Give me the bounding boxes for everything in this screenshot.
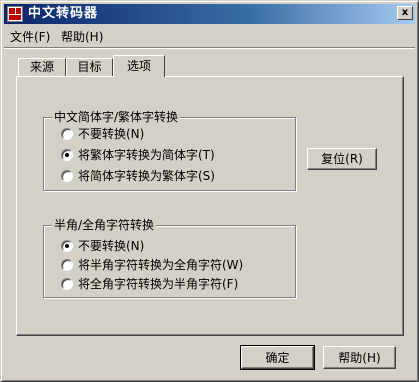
chinese-option-trad-to-simp-label: 将繁体字转换为简体字(T)	[78, 148, 215, 162]
width-conversion-group-label: 半角/全角字符转换	[52, 218, 157, 232]
window-title: 中文转码器	[28, 6, 99, 21]
help-button[interactable]: 帮助(H)	[323, 346, 396, 369]
chinese-option-simp-to-trad-label: 将简体字转换为繁体字(S)	[78, 169, 215, 183]
chinese-conversion-group: 中文简体字/繁体字转换 不要转换(N) 将繁体字转换为简体字(T) 将简体字转换…	[43, 110, 296, 191]
radio-button-checked[interactable]	[61, 149, 73, 161]
menu-file[interactable]: 文件(F)	[10, 30, 50, 44]
app-window: 中文转码器 x 文件(F) 帮助(H) 来源 目标 选项 中文简体字/繁体字转换…	[0, 0, 419, 382]
tab-target[interactable]: 目标	[66, 58, 113, 76]
radio-button[interactable]	[61, 170, 73, 182]
menu-help[interactable]: 帮助(H)	[61, 30, 103, 44]
ok-button[interactable]: 确定	[240, 345, 315, 370]
chinese-conversion-group-label: 中文简体字/繁体字转换	[52, 110, 181, 124]
chinese-option-none[interactable]: 不要转换(N)	[61, 127, 281, 141]
ok-button-label: 确定	[265, 350, 290, 365]
radio-button-checked[interactable]	[61, 240, 73, 252]
width-option-half-to-full[interactable]: 将半角字符转换为全角字符(W)	[61, 258, 286, 272]
app-icon	[7, 6, 23, 22]
options-panel: 中文简体字/繁体字转换 不要转换(N) 将繁体字转换为简体字(T) 将简体字转换…	[16, 76, 404, 336]
close-icon[interactable]: x	[397, 6, 413, 20]
chinese-option-none-label: 不要转换(N)	[78, 127, 145, 141]
reset-button[interactable]: 复位(R)	[307, 148, 377, 170]
width-option-none-label: 不要转换(N)	[78, 239, 145, 253]
width-option-full-to-half-label: 将全角字符转换为半角字符(F)	[78, 277, 239, 291]
radio-button[interactable]	[61, 259, 73, 271]
tab-options[interactable]: 选项	[113, 55, 165, 77]
help-button-label: 帮助(H)	[338, 350, 381, 365]
chinese-option-simp-to-trad[interactable]: 将简体字转换为繁体字(S)	[61, 169, 281, 183]
width-option-full-to-half[interactable]: 将全角字符转换为半角字符(F)	[61, 277, 286, 291]
width-option-none[interactable]: 不要转换(N)	[61, 239, 286, 253]
menu-divider	[4, 47, 415, 49]
title-bar[interactable]: 中文转码器 x	[4, 4, 415, 24]
radio-button[interactable]	[61, 278, 73, 290]
tab-source[interactable]: 来源	[18, 58, 66, 76]
reset-button-label: 复位(R)	[321, 152, 363, 166]
width-conversion-group: 半角/全角字符转换 不要转换(N) 将半角字符转换为全角字符(W) 将全角字符转…	[43, 218, 296, 298]
width-option-half-to-full-label: 将半角字符转换为全角字符(W)	[78, 258, 244, 272]
menu-bar: 文件(F) 帮助(H)	[4, 27, 415, 46]
radio-button[interactable]	[61, 128, 73, 140]
chinese-option-trad-to-simp[interactable]: 将繁体字转换为简体字(T)	[61, 148, 281, 162]
